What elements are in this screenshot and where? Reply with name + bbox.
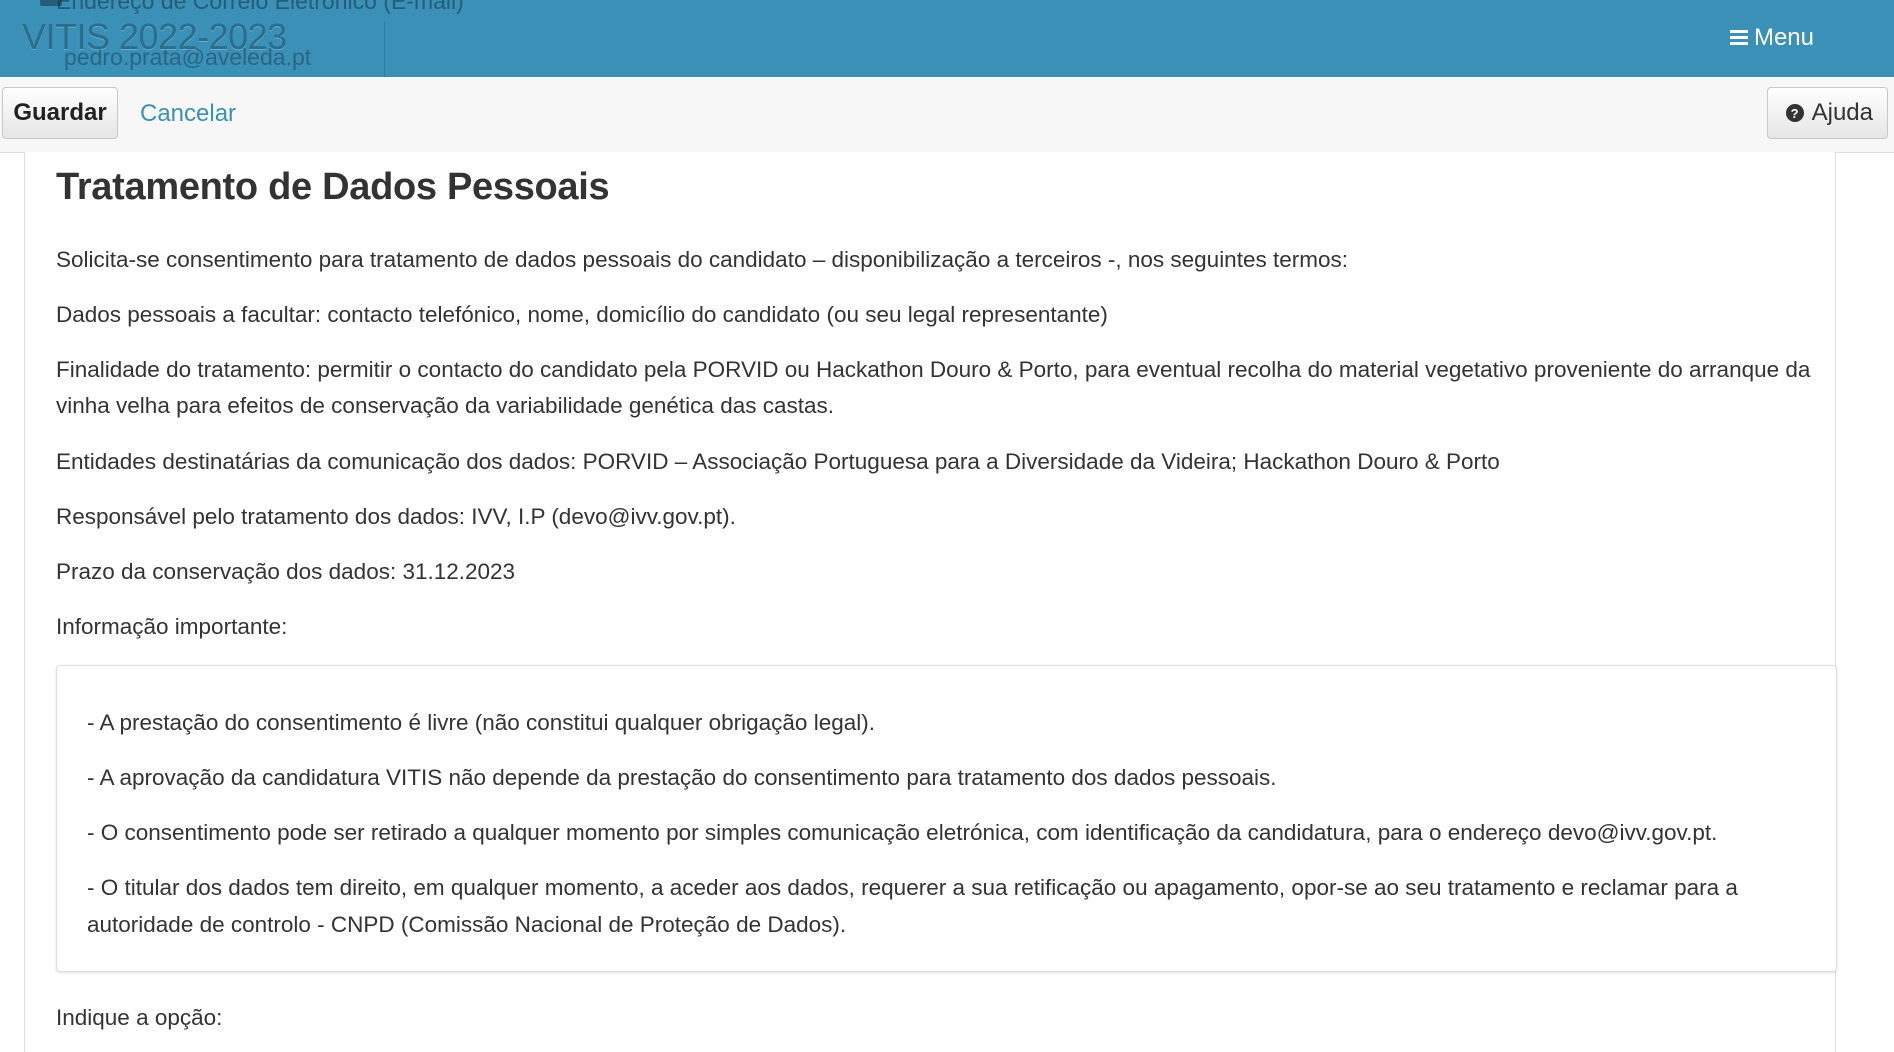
background-email-label: Endereço de Correio Eletrónico (E-mail)	[56, 0, 464, 14]
app-header: Endereço de Correio Eletrónico (E-mail) …	[0, 0, 1894, 78]
info-item: - O consentimento pode ser retirado a qu…	[87, 820, 1718, 845]
consent-request-text: Solicita-se consentimento para tratament…	[56, 247, 1348, 272]
app-title: VITIS 2022-2023	[22, 16, 287, 57]
option-prompt: Indique a opção:	[56, 1005, 223, 1030]
cancel-link[interactable]: Cancelar	[140, 100, 236, 128]
recipients-text: Entidades destinatárias da comunicação d…	[56, 449, 1500, 474]
action-toolbar: Guardar Cancelar ? Ajuda	[0, 77, 1894, 153]
page-title: Tratamento de Dados Pessoais	[56, 166, 610, 208]
info-item: - A aprovação da candidatura VITIS não d…	[87, 765, 1277, 790]
retention-text: Prazo da conservação dos dados: 31.12.20…	[56, 559, 516, 584]
important-info-box: - A prestação do consentimento é livre (…	[56, 665, 1837, 972]
important-info-heading: Informação importante:	[56, 614, 288, 639]
help-button[interactable]: ? Ajuda	[1766, 87, 1888, 139]
menu-label: Menu	[1753, 24, 1814, 51]
personal-data-text: Dados pessoais a facultar: contacto tele…	[56, 302, 1108, 327]
help-label: Ajuda	[1811, 99, 1873, 126]
menu-button[interactable]: Menu	[1729, 20, 1814, 56]
list-icon	[1729, 29, 1748, 47]
background-field-border	[384, 22, 385, 77]
content-panel: Tratamento de Dados Pessoais Solicita-se…	[24, 152, 1837, 1052]
info-item: - A prestação do consentimento é livre (…	[87, 710, 875, 735]
purpose-text: Finalidade do tratamento: permitir o con…	[56, 357, 1811, 418]
controller-text: Responsável pelo tratamento dos dados: I…	[56, 504, 736, 529]
question-circle-icon: ?	[1785, 104, 1804, 122]
info-item: - O titular dos dados tem direito, em qu…	[87, 875, 1738, 937]
save-button[interactable]: Guardar	[2, 87, 118, 139]
